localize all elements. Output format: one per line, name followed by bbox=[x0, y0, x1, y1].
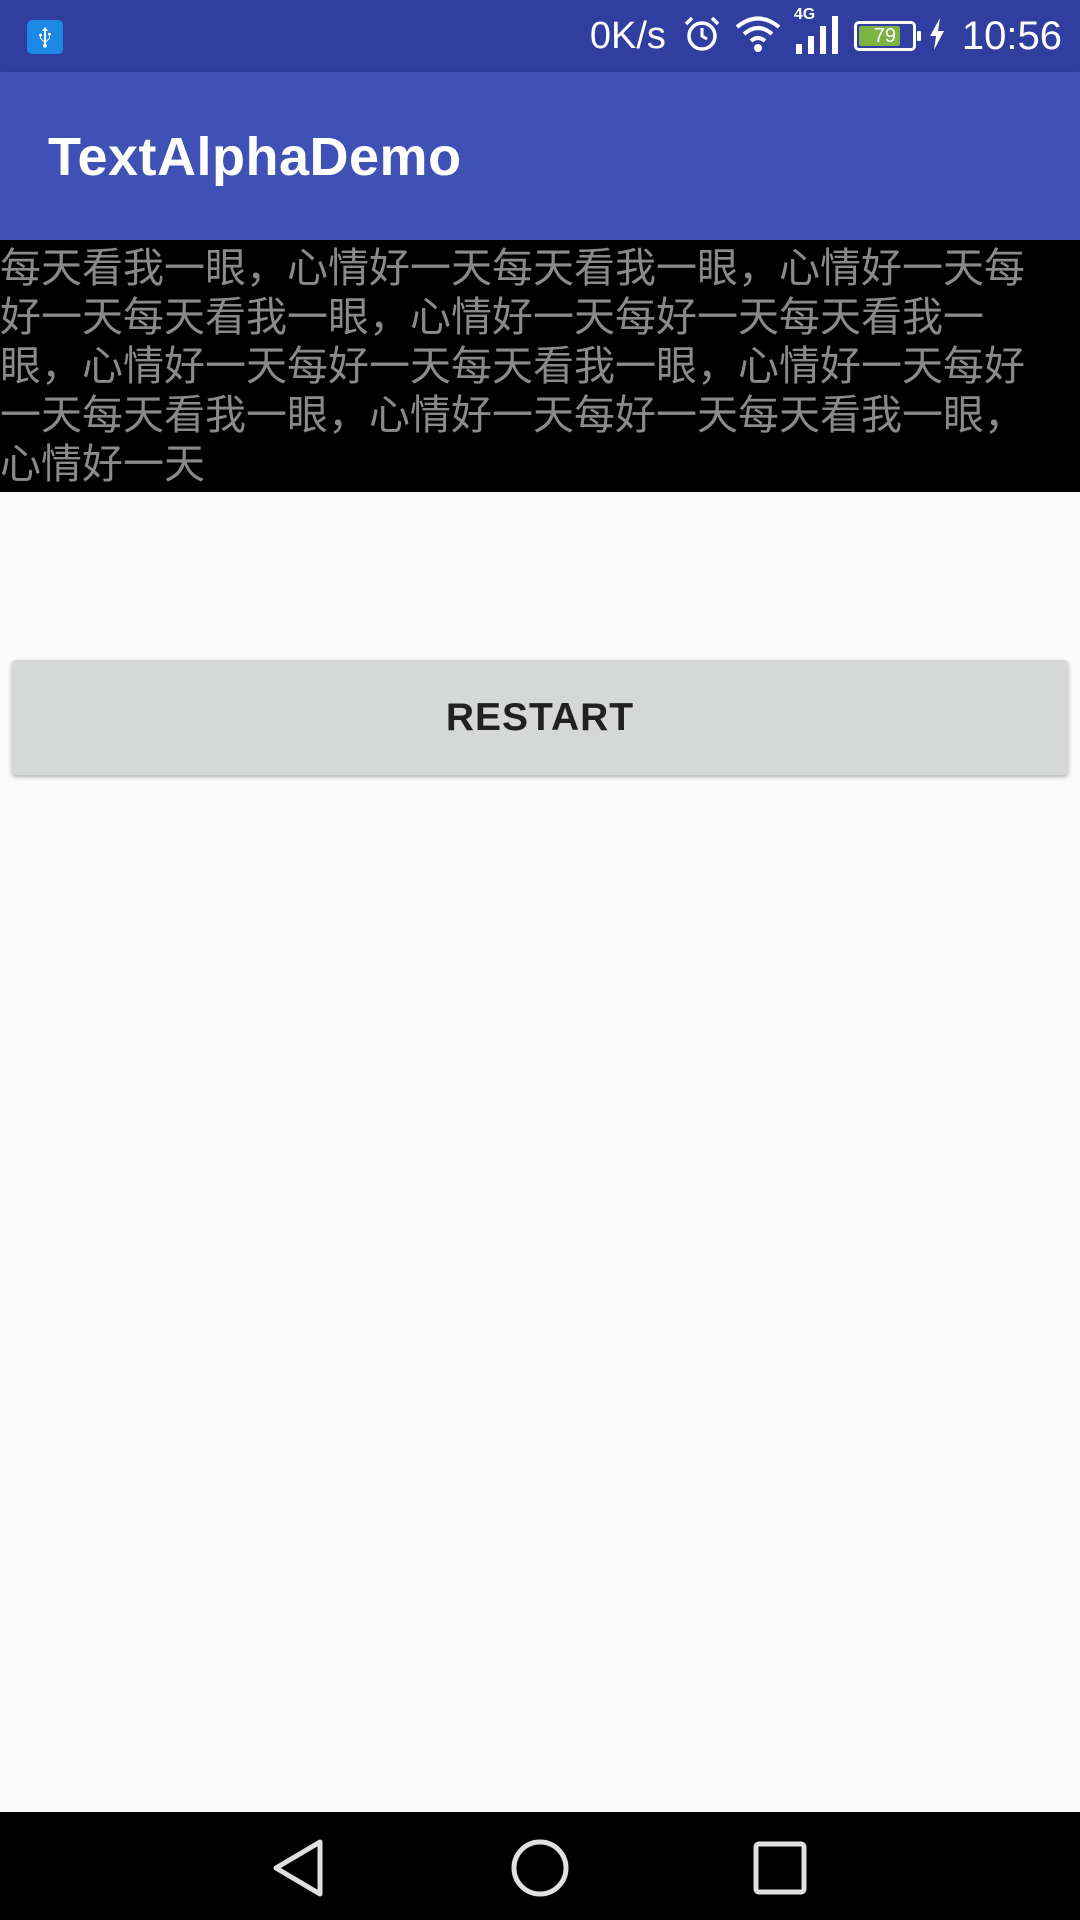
net-speed-text: 0K/s bbox=[589, 14, 666, 57]
app-bar: TextAlphaDemo bbox=[0, 72, 1080, 240]
alarm-icon bbox=[682, 14, 722, 58]
text-line: 眼，心情好一天每好一天每天看我一眼，心情好一天每好 bbox=[0, 342, 1025, 390]
home-icon[interactable] bbox=[500, 1832, 580, 1904]
battery-icon: 79 bbox=[853, 21, 921, 51]
clock: 10:56 bbox=[961, 13, 1062, 58]
recents-icon[interactable] bbox=[740, 1832, 820, 1904]
text-line: 好一天每天看我一眼，心情好一天每好一天每天看我一 bbox=[0, 293, 984, 341]
usb-icon bbox=[27, 20, 63, 54]
page-title: TextAlphaDemo bbox=[48, 127, 462, 187]
text-line: 心情好一天 bbox=[0, 440, 205, 488]
wifi-icon bbox=[734, 14, 782, 58]
text-line: 一天每天看我一眼，心情好一天每好一天每天看我一眼， bbox=[0, 391, 1025, 439]
charging-icon bbox=[928, 17, 946, 55]
status-bar: 0K/s 4G 79 10:56 bbox=[0, 0, 1080, 72]
back-icon[interactable] bbox=[260, 1832, 340, 1904]
battery-level: 79 bbox=[873, 24, 897, 47]
signal-icon: 4G bbox=[794, 6, 842, 60]
network-type-label: 4G bbox=[793, 6, 816, 23]
navigation-bar bbox=[0, 1812, 1080, 1920]
restart-button[interactable]: RESTART bbox=[12, 660, 1068, 775]
text-line: 每天看我一眼，心情好一天每天看我一眼，心情好一天每 bbox=[0, 244, 1025, 292]
text-alpha-panel: 每天看我一眼，心情好一天每天看我一眼，心情好一天每 好一天每天看我一眼，心情好一… bbox=[0, 240, 1080, 492]
